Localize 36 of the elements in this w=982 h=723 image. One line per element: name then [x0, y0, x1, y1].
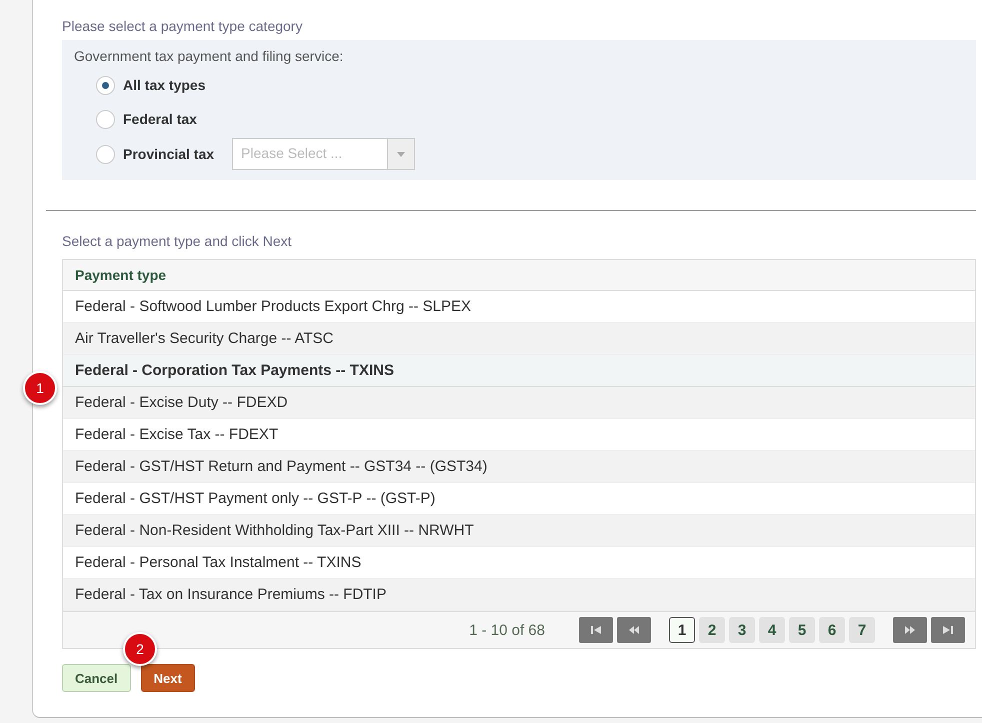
column-header: Payment type: [63, 260, 975, 291]
caret-icon: [397, 152, 406, 156]
instruction-text: Select a payment type and click Next: [62, 233, 293, 249]
rewind-icon: [629, 626, 639, 634]
next-page-button[interactable]: [893, 617, 927, 643]
radio-label[interactable]: Federal tax: [123, 111, 197, 127]
page-button[interactable]: 4: [759, 617, 785, 643]
table-row[interactable]: Federal - Non-Resident Withholding Tax-Part XIII -- NRWHT: [63, 515, 975, 547]
step-marker: 1: [23, 371, 57, 405]
table-row[interactable]: Air Traveller's Security Charge -- ATSC: [63, 323, 975, 355]
radio-button[interactable]: [96, 110, 115, 128]
radio-label[interactable]: Provincial tax: [123, 146, 214, 162]
last-page-button[interactable]: [931, 617, 965, 643]
first-page-button[interactable]: [579, 617, 613, 643]
radio-label[interactable]: All tax types: [123, 77, 206, 93]
page-button[interactable]: 3: [729, 617, 755, 643]
page-button[interactable]: 7: [849, 617, 875, 643]
radio-button[interactable]: [96, 144, 115, 164]
page-button[interactable]: 5: [789, 617, 815, 643]
page-button[interactable]: 6: [819, 617, 845, 643]
last-icon: [943, 626, 953, 634]
page-button[interactable]: 1: [669, 617, 695, 643]
panel-label: Government tax payment and filing service:: [74, 48, 344, 64]
previous-page-button[interactable]: [617, 617, 651, 643]
table-row[interactable]: Federal - Excise Duty -- FDEXD: [63, 387, 975, 419]
table-row[interactable]: Federal - Tax on Insurance Premiums -- FDTIP: [63, 579, 975, 611]
page-button[interactable]: 2: [699, 617, 725, 643]
cancel-button[interactable]: Cancel: [62, 664, 131, 692]
next-button[interactable]: Next: [140, 664, 195, 692]
page-range: 1 - 10 of 68: [469, 622, 545, 638]
table-row[interactable]: Federal - GST/HST Return and Payment -- GST34 -- (GST34): [63, 451, 975, 483]
first-icon: [591, 626, 601, 634]
fast-forward-icon: [905, 626, 915, 634]
table-row[interactable]: Federal - Corporation Tax Payments -- TXINS: [63, 355, 975, 387]
radio-button[interactable]: [96, 76, 115, 94]
section-heading: Please select a payment type category: [62, 18, 304, 36]
